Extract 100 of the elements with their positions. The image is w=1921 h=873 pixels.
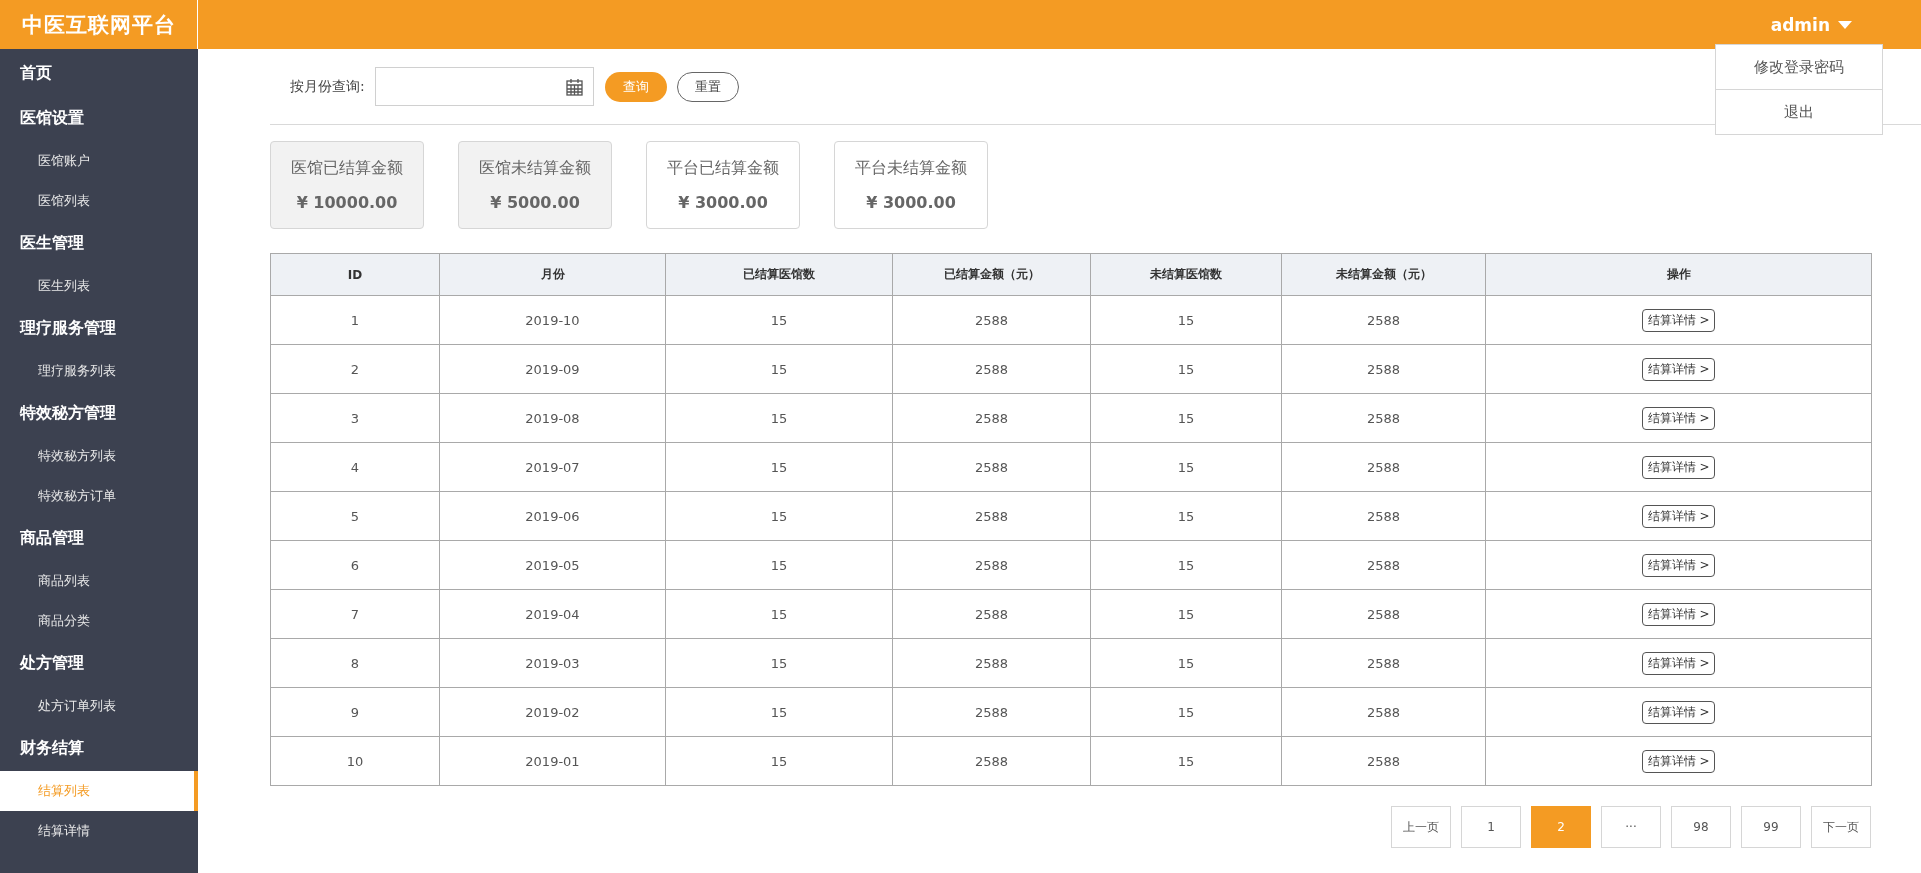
detail-button[interactable]: 结算详情 >	[1641, 749, 1716, 773]
table-cell: 8	[270, 638, 440, 688]
detail-button[interactable]: 结算详情 >	[1641, 602, 1716, 626]
table-cell: 2588	[1281, 687, 1486, 737]
table-cell: 2588	[892, 589, 1091, 639]
table-cell: 2019-10	[439, 295, 666, 345]
table-cell: 2588	[1281, 442, 1486, 492]
sidebar-item[interactable]: 医生列表	[0, 266, 198, 306]
table-cell: 15	[1090, 295, 1282, 345]
table-cell: 2588	[892, 638, 1091, 688]
sidebar-group[interactable]: 财务结算	[0, 726, 198, 771]
table-cell: 10	[270, 736, 440, 786]
table-cell: 2588	[892, 491, 1091, 541]
sidebar-item[interactable]: 医馆列表	[0, 181, 198, 221]
table-cell: 2	[270, 344, 440, 394]
table-cell: 2588	[892, 540, 1091, 590]
column-header: ID	[270, 253, 440, 296]
table-cell: 2588	[892, 393, 1091, 443]
table-cell: 4	[270, 442, 440, 492]
card-amount: ¥ 3000.00	[678, 193, 768, 212]
table-cell: 15	[665, 491, 893, 541]
page-button[interactable]: ···	[1601, 806, 1661, 848]
brand-title: 中医互联网平台	[0, 0, 198, 49]
table-cell: 2019-03	[439, 638, 666, 688]
table-cell: 9	[270, 687, 440, 737]
table-cell: 15	[665, 393, 893, 443]
table-cell: 2019-08	[439, 393, 666, 443]
table-cell: 2588	[892, 442, 1091, 492]
card-amount: ¥ 5000.00	[490, 193, 580, 212]
page-button[interactable]: 99	[1741, 806, 1801, 848]
sidebar-group[interactable]: 医馆设置	[0, 96, 198, 141]
menu-item[interactable]: 修改登录密码	[1716, 45, 1882, 90]
card-title: 平台未结算金额	[855, 158, 967, 179]
table-cell: 7	[270, 589, 440, 639]
sidebar-item[interactable]: 特效秘方订单	[0, 476, 198, 516]
table-cell: 15	[665, 638, 893, 688]
page-button[interactable]: 上一页	[1391, 806, 1451, 848]
table-cell: 15	[665, 295, 893, 345]
card-title: 医馆已结算金额	[291, 158, 403, 179]
table-cell: 2019-05	[439, 540, 666, 590]
column-header: 已结算金额（元）	[892, 253, 1091, 296]
detail-button[interactable]: 结算详情 >	[1641, 357, 1716, 381]
sidebar-item[interactable]: 特效秘方列表	[0, 436, 198, 476]
table-cell: 2019-07	[439, 442, 666, 492]
table-cell: 15	[665, 344, 893, 394]
table-cell: 2588	[1281, 736, 1486, 786]
filter-label: 按月份查询:	[290, 77, 365, 96]
table-cell: 15	[1090, 589, 1282, 639]
table-cell: 2019-02	[439, 687, 666, 737]
page-button[interactable]: 1	[1461, 806, 1521, 848]
detail-button[interactable]: 结算详情 >	[1641, 406, 1716, 430]
detail-button[interactable]: 结算详情 >	[1641, 504, 1716, 528]
table-cell: 5	[270, 491, 440, 541]
sidebar-item[interactable]: 商品列表	[0, 561, 198, 601]
table-cell: 15	[1090, 442, 1282, 492]
table-cell: 1	[270, 295, 440, 345]
reset-button[interactable]: 重置	[676, 71, 739, 102]
calendar-icon	[565, 77, 583, 96]
sidebar-group[interactable]: 特效秘方管理	[0, 391, 198, 436]
detail-button[interactable]: 结算详情 >	[1641, 455, 1716, 479]
table-cell: 6	[270, 540, 440, 590]
page-button[interactable]: 下一页	[1811, 806, 1871, 848]
detail-button[interactable]: 结算详情 >	[1641, 700, 1716, 724]
card-title: 平台已结算金额	[667, 158, 779, 179]
table-cell: 2588	[892, 295, 1091, 345]
table-cell: 2019-09	[439, 344, 666, 394]
table-cell: 2019-01	[439, 736, 666, 786]
table-cell: 2588	[1281, 344, 1486, 394]
sidebar-group[interactable]: 商品管理	[0, 516, 198, 561]
sidebar-group[interactable]: 处方管理	[0, 641, 198, 686]
month-input-field[interactable]	[374, 67, 594, 106]
table-cell: 2588	[1281, 589, 1486, 639]
detail-button[interactable]: 结算详情 >	[1641, 308, 1716, 332]
table-cell: 2588	[1281, 540, 1486, 590]
menu-item[interactable]: 退出	[1716, 90, 1882, 134]
table-cell: 15	[665, 687, 893, 737]
sidebar-item[interactable]: 商品分类	[0, 601, 198, 641]
sidebar-group[interactable]: 医生管理	[0, 221, 198, 266]
table-cell: 15	[1090, 540, 1282, 590]
table-cell: 15	[665, 736, 893, 786]
card-title: 医馆未结算金额	[479, 158, 591, 179]
detail-button[interactable]: 结算详情 >	[1641, 651, 1716, 675]
sidebar-item[interactable]: 医馆账户	[0, 141, 198, 181]
table-cell: 3	[270, 393, 440, 443]
table-cell: 2019-06	[439, 491, 666, 541]
sidebar-item[interactable]: 理疗服务列表	[0, 351, 198, 391]
detail-button[interactable]: 结算详情 >	[1641, 553, 1716, 577]
table-cell: 15	[665, 442, 893, 492]
table-cell: 15	[1090, 687, 1282, 737]
sidebar-group[interactable]: 理疗服务管理	[0, 306, 198, 351]
sidebar-item[interactable]: 处方订单列表	[0, 686, 198, 726]
sidebar-group[interactable]: 首页	[0, 51, 198, 96]
page-button[interactable]: 98	[1671, 806, 1731, 848]
sidebar-item[interactable]: 结算详情	[0, 811, 198, 851]
table-cell: 2588	[1281, 491, 1486, 541]
column-header: 已结算医馆数	[665, 253, 893, 296]
caret-icon	[1838, 20, 1852, 29]
column-header: 未结算医馆数	[1090, 253, 1282, 296]
table-cell: 2588	[892, 736, 1091, 786]
table-cell: 15	[665, 589, 893, 639]
